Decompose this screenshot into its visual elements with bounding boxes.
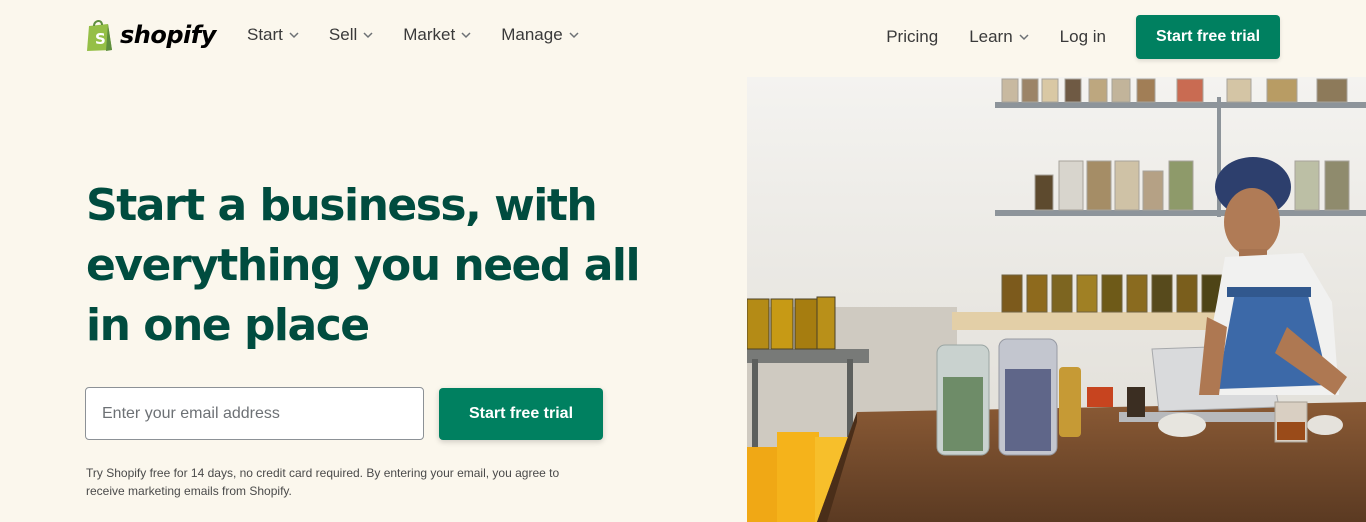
nav-sell-dropdown[interactable]: Sell bbox=[329, 25, 373, 45]
chevron-down-icon bbox=[289, 32, 299, 39]
email-input[interactable] bbox=[85, 387, 424, 440]
hero-heading: Start a business, with everything you ne… bbox=[86, 180, 641, 351]
nav-market-label: Market bbox=[403, 25, 456, 44]
chevron-down-icon bbox=[1019, 34, 1029, 41]
hero-start-trial-button[interactable]: Start free trial bbox=[439, 388, 603, 440]
nav-learn-dropdown[interactable]: Learn bbox=[969, 27, 1029, 47]
nav-start-dropdown[interactable]: Start bbox=[247, 25, 299, 45]
hero-photo bbox=[747, 77, 1366, 522]
nav-start-label: Start bbox=[247, 25, 283, 44]
shopify-logo[interactable]: S shopify bbox=[86, 18, 216, 52]
nav-pricing-link[interactable]: Pricing bbox=[886, 27, 938, 47]
header-start-trial-button[interactable]: Start free trial bbox=[1136, 15, 1280, 59]
nav-market-dropdown[interactable]: Market bbox=[403, 25, 471, 45]
primary-nav: Start Sell Market Manage bbox=[247, 25, 579, 45]
svg-text:S: S bbox=[95, 30, 106, 48]
shopping-bag-icon: S bbox=[86, 18, 114, 52]
site-header: S shopify Start Sell Market Manage Prici… bbox=[0, 0, 1366, 75]
login-link[interactable]: Log in bbox=[1060, 27, 1106, 47]
chevron-down-icon bbox=[461, 32, 471, 39]
secondary-nav: Pricing Learn Log in Start free trial bbox=[886, 15, 1280, 59]
brand-wordmark: shopify bbox=[120, 21, 216, 49]
nav-manage-dropdown[interactable]: Manage bbox=[501, 25, 579, 45]
nav-sell-label: Sell bbox=[328, 25, 358, 44]
chevron-down-icon bbox=[569, 32, 579, 39]
chevron-down-icon bbox=[363, 32, 373, 39]
nav-learn-label: Learn bbox=[969, 27, 1013, 46]
trial-disclaimer: Try Shopify free for 14 days, no credit … bbox=[86, 466, 560, 498]
nav-manage-label: Manage bbox=[501, 25, 563, 44]
